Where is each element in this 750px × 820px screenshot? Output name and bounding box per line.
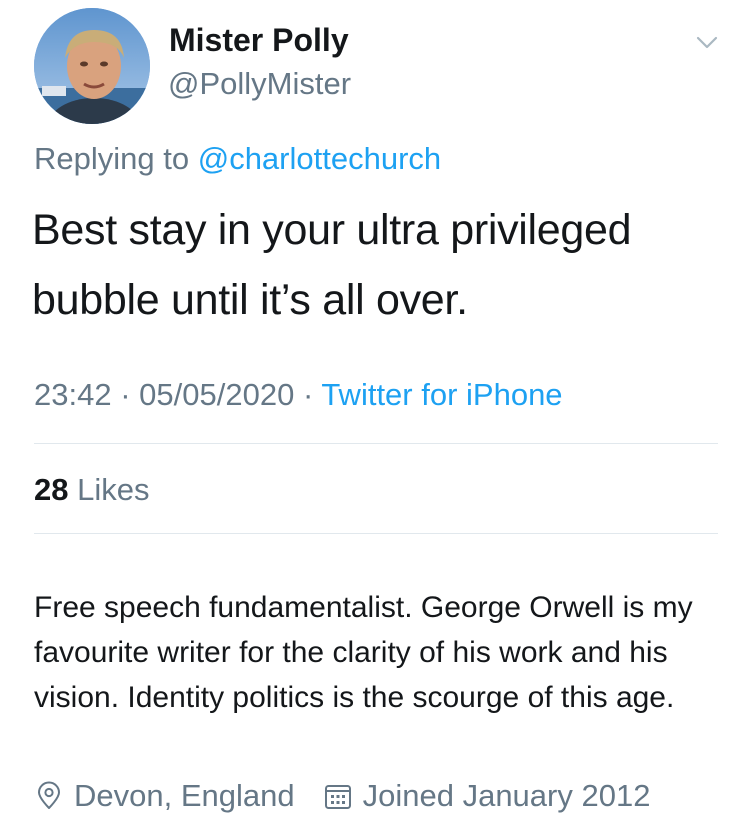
reply-to-link[interactable]: @charlottechurch [198, 141, 441, 176]
meta-separator: · [302, 377, 314, 412]
profile-bio: Free speech fundamentalist. George Orwel… [34, 591, 693, 714]
profile-joined: Joined January 2012 [323, 778, 651, 814]
likes-label: Likes [77, 472, 150, 507]
reply-prefix: Replying to [34, 141, 190, 176]
reply-context: Replying to @charlottechurch [34, 141, 441, 177]
location-text: Devon, England [74, 778, 295, 813]
user-handle[interactable]: @PollyMister [168, 66, 351, 102]
tweet-source-link[interactable]: Twitter for iPhone [321, 377, 562, 412]
likes-count: 28 [34, 472, 69, 507]
divider [34, 533, 718, 534]
tweet-date[interactable]: 05/05/2020 [139, 377, 294, 412]
location-pin-icon [34, 781, 64, 811]
profile-footer: Devon, England Joined January 2012 [34, 778, 650, 814]
tweet-text: Best stay in your ultra privileged bubbl… [32, 206, 632, 324]
chevron-down-icon[interactable] [693, 28, 721, 56]
meta-separator: · [120, 377, 131, 412]
display-name[interactable]: Mister Polly [169, 22, 349, 59]
likes-stat[interactable]: 28 Likes [34, 472, 149, 508]
divider [34, 443, 718, 444]
calendar-icon [323, 781, 353, 811]
tweet-time[interactable]: 23:42 [34, 377, 112, 412]
joined-text: Joined January 2012 [362, 778, 651, 813]
profile-location: Devon, England [34, 778, 295, 814]
tweet-meta: 23:42 · 05/05/2020 · Twitter for iPhone [34, 377, 563, 413]
avatar-image [34, 8, 150, 124]
avatar[interactable] [34, 8, 150, 124]
